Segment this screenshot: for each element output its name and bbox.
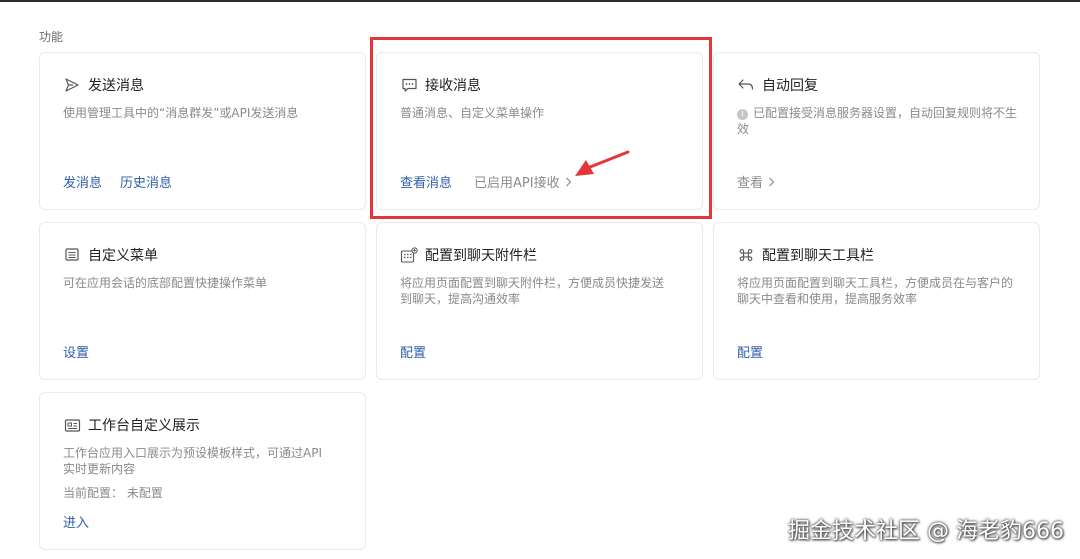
auto-reply-note: 已配置接受消息服务器设置，自动回复规则将不生效: [737, 106, 1018, 136]
attachment-grid-icon: [400, 246, 418, 264]
card-actions: 查看: [737, 172, 775, 191]
card-actions: 发消息 历史消息: [63, 172, 190, 191]
watermark: 掘金技术社区 @ 海老豹666: [788, 519, 1064, 544]
attachment-config-link[interactable]: 配置: [400, 342, 426, 361]
card-header: 发送消息: [63, 76, 144, 94]
card-title: 自定义菜单: [88, 248, 158, 264]
card-description: 使用管理工具中的“消息群发”或API发送消息: [63, 106, 299, 120]
message-icon: [400, 76, 418, 94]
card-actions: 进入: [63, 512, 107, 531]
card-chat-attachment: 配置到聊天附件栏 将应用页面配置到聊天附件栏，方便成员快捷发送到聊天，提高沟通效…: [376, 222, 703, 380]
api-receive-status-link[interactable]: 已启用API接收: [474, 172, 572, 191]
card-description: 工作台应用入口展示为预设模板样式，可通过API实时更新内容: [63, 446, 322, 476]
view-messages-link[interactable]: 查看消息: [400, 172, 452, 191]
card-actions: 配置: [737, 342, 781, 361]
card-title: 自动回复: [762, 78, 818, 94]
card-custom-menu: 自定义菜单 可在应用会话的底部配置快捷操作菜单 设置: [39, 222, 366, 380]
config-value: 未配置: [126, 486, 163, 500]
card-header: 工作台自定义展示: [63, 416, 200, 434]
card-description: 将应用页面配置到聊天附件栏，方便成员快捷发送到聊天，提高沟通效率: [400, 276, 665, 306]
card-header: 自定义菜单: [63, 246, 158, 264]
toolbar-config-link[interactable]: 配置: [737, 342, 763, 361]
annotation-arrow-icon: [575, 150, 630, 176]
card-auto-reply: 自动回复 i 已配置接受消息服务器设置，自动回复规则将不生效 查看: [713, 52, 1040, 210]
card-title: 配置到聊天附件栏: [425, 248, 537, 264]
menu-icon: [63, 246, 81, 264]
history-message-link[interactable]: 历史消息: [120, 172, 172, 191]
api-receive-status: 已启用API接收: [474, 176, 560, 191]
card-description: i 已配置接受消息服务器设置，自动回复规则将不生效: [737, 105, 1022, 137]
view-label: 查看: [737, 176, 764, 191]
card-header: 接收消息: [400, 76, 481, 94]
card-actions: 设置: [63, 342, 107, 361]
toolbar-icon: [737, 246, 755, 264]
card-header: 配置到聊天附件栏: [400, 246, 537, 264]
send-message-link[interactable]: 发消息: [63, 172, 102, 191]
section-label: 功能: [39, 30, 64, 44]
card-description: 普通消息、自定义菜单操作: [400, 106, 545, 120]
card-title: 工作台自定义展示: [88, 418, 200, 434]
card-header: 配置到聊天工具栏: [737, 246, 874, 264]
menu-settings-link[interactable]: 设置: [63, 342, 89, 361]
reply-icon: [737, 76, 755, 94]
config-label: 当前配置：: [63, 486, 124, 500]
card-send-message: 发送消息 使用管理工具中的“消息群发”或API发送消息 发消息 历史消息: [39, 52, 366, 210]
top-border: [0, 0, 1080, 2]
card-title: 接收消息: [425, 78, 481, 94]
card-description: 可在应用会话的底部配置快捷操作菜单: [63, 276, 268, 290]
workbench-card-icon: [63, 416, 81, 434]
current-config: 当前配置： 未配置: [63, 484, 163, 501]
card-actions: 查看消息 已启用API接收: [400, 172, 572, 191]
card-workbench-display: 工作台自定义展示 工作台应用入口展示为预设模板样式，可通过API实时更新内容 当…: [39, 392, 366, 550]
enter-link[interactable]: 进入: [63, 512, 89, 531]
card-chat-toolbar: 配置到聊天工具栏 将应用页面配置到聊天工具栏，方便成员在与客户的聊天中查看和使用…: [713, 222, 1040, 380]
card-actions: 配置: [400, 342, 444, 361]
card-title: 发送消息: [88, 78, 144, 94]
chevron-right-icon: [768, 177, 775, 187]
card-title: 配置到聊天工具栏: [762, 248, 874, 264]
send-icon: [63, 76, 81, 94]
card-description: 将应用页面配置到聊天工具栏，方便成员在与客户的聊天中查看和使用，提高服务效率: [737, 276, 1014, 306]
info-icon: i: [737, 109, 748, 120]
card-header: 自动回复: [737, 76, 818, 94]
view-auto-reply-link[interactable]: 查看: [737, 172, 775, 191]
card-receive-message: 接收消息 普通消息、自定义菜单操作 查看消息 已启用API接收: [376, 52, 703, 210]
